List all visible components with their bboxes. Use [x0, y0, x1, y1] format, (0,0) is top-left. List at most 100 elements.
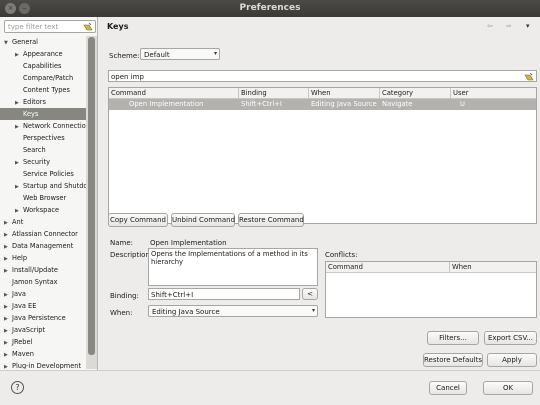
tree-item[interactable]: ▶ JavaScript: [0, 324, 86, 336]
chevron-down-icon: ▾: [213, 50, 217, 57]
col-binding[interactable]: Binding: [239, 88, 309, 99]
restore-command-button[interactable]: Restore Command: [238, 213, 304, 227]
forward-icon[interactable]: ⇨: [506, 22, 512, 30]
chevron-right-icon[interactable]: ▶: [4, 361, 12, 369]
preferences-tree: ▼ General ▶ Appearance Capabilities Compare/P…: [0, 36, 86, 369]
tree-item[interactable]: ▶ Atlassian Connector: [0, 228, 86, 240]
tree-item[interactable]: ▶ Java EE: [0, 300, 86, 312]
row-when: Editing Java Source: [311, 100, 377, 108]
tree-item[interactable]: Content Types: [0, 84, 86, 96]
when-select[interactable]: Editing Java Source ▾: [148, 305, 318, 317]
tree-item-label: Maven: [12, 350, 34, 358]
tree-item-label: Compare/Patch: [23, 74, 74, 82]
conflicts-col-command[interactable]: Command: [326, 262, 450, 273]
preferences-sidebar: type filter text ▼ General ▶ Appearance Capa…: [0, 17, 98, 370]
apply-button[interactable]: Apply: [487, 353, 537, 367]
tree-item-label: Java EE: [12, 302, 37, 310]
conflicts-col-when[interactable]: When: [450, 262, 536, 273]
tree-item-label: Content Types: [23, 86, 70, 94]
tree-item[interactable]: ▶ Security: [0, 156, 86, 168]
clear-filter-icon[interactable]: [83, 22, 93, 32]
export-csv-button[interactable]: Export CSV...: [484, 331, 537, 345]
when-label: When:: [110, 309, 133, 317]
tree-item[interactable]: ▶ Workspace: [0, 204, 86, 216]
key-search-value: open imp: [111, 72, 144, 81]
tree-item[interactable]: ▶ Java Persistence: [0, 312, 86, 324]
tree-item[interactable]: ▶ Startup and Shutdo: [0, 180, 86, 192]
chevron-down-icon: ▾: [311, 307, 315, 314]
clear-search-icon[interactable]: [524, 72, 534, 82]
page-title: Keys: [107, 22, 129, 31]
col-command[interactable]: Command: [109, 88, 239, 99]
restore-defaults-button[interactable]: Restore Defaults: [423, 353, 483, 367]
window-title: Preferences: [239, 3, 301, 13]
tree-item-label: Jamon Syntax: [12, 278, 58, 286]
tree-item[interactable]: ▶ Data Management: [0, 240, 86, 252]
copy-command-button[interactable]: Copy Command: [108, 213, 168, 227]
description-label: Description:: [110, 251, 153, 259]
tree-item[interactable]: ▶ JRebel: [0, 336, 86, 348]
tree-item[interactable]: Jamon Syntax: [0, 276, 86, 288]
help-icon[interactable]: ?: [11, 381, 24, 394]
tree-item[interactable]: Search: [0, 144, 86, 156]
col-user[interactable]: User: [451, 88, 536, 99]
unbind-command-button[interactable]: Unbind Command: [171, 213, 235, 227]
tree-item[interactable]: ▶ Ant: [0, 216, 86, 228]
tree-item[interactable]: Capabilities: [0, 60, 86, 72]
tree-item-label: Network Connectio: [23, 122, 86, 130]
tree-item-label: Startup and Shutdo: [23, 182, 86, 190]
tree-item[interactable]: ▶ Help: [0, 252, 86, 264]
tree-item-label: General: [12, 38, 38, 46]
tree-item-label: Keys: [23, 110, 39, 118]
tree-item-label: Java: [12, 290, 26, 298]
page-header: Keys ⇦ ⇨ ▾: [102, 17, 540, 37]
keys-page: Keys ⇦ ⇨ ▾ Scheme: Default ▾ open imp Co…: [102, 17, 540, 370]
view-menu-icon[interactable]: ▾: [526, 22, 530, 30]
back-icon[interactable]: ⇦: [487, 22, 493, 30]
row-category: Navigate: [382, 100, 413, 108]
tree-item[interactable]: Perspectives: [0, 132, 86, 144]
tree-item-label: Plug-in Development: [12, 362, 82, 369]
tree-item[interactable]: ▶ Appearance: [0, 48, 86, 60]
filter-input[interactable]: type filter text: [4, 20, 96, 33]
tree-item-label: Search: [23, 146, 46, 154]
tree-item-label: Data Management: [12, 242, 74, 250]
scheme-select[interactable]: Default ▾: [140, 48, 220, 60]
binding-value: Shift+Ctrl+I: [151, 290, 194, 299]
scheme-value: Default: [144, 50, 170, 59]
row-user: U: [460, 100, 465, 108]
title-bar: × – Preferences: [0, 0, 540, 17]
tree-item[interactable]: ▶ Plug-in Development: [0, 360, 86, 369]
tree-item[interactable]: Service Policies: [0, 168, 86, 180]
tree-item[interactable]: Keys: [0, 108, 86, 120]
filters-button[interactable]: Filters...: [427, 331, 479, 345]
keys-table[interactable]: Command Binding When Category User Open …: [108, 87, 537, 224]
col-category[interactable]: Category: [380, 88, 451, 99]
tree-item[interactable]: ▶ Install/Update: [0, 264, 86, 276]
tree-item[interactable]: ▶ Editors: [0, 96, 86, 108]
tree-item-label: Web Browser: [23, 194, 67, 202]
description-field[interactable]: Opens the Implementations of a method in…: [148, 248, 318, 286]
tree-item[interactable]: ▶ Java: [0, 288, 86, 300]
col-when[interactable]: When: [309, 88, 380, 99]
tree-scrollbar-thumb[interactable]: [88, 37, 95, 355]
key-search-input[interactable]: open imp: [108, 70, 537, 82]
tree-item[interactable]: ▼ General: [0, 36, 86, 48]
tree-scrollbar[interactable]: [86, 36, 97, 369]
binding-field[interactable]: Shift+Ctrl+I: [148, 288, 300, 300]
tree-item-label: Security: [23, 158, 51, 166]
conflicts-label: Conflicts:: [325, 251, 358, 259]
ok-button[interactable]: OK: [483, 381, 533, 395]
binding-menu-button[interactable]: <: [302, 288, 318, 300]
tree-item-label: Install/Update: [12, 266, 58, 274]
conflicts-table[interactable]: Command When: [325, 261, 537, 318]
tree-item[interactable]: ▶ Maven: [0, 348, 86, 360]
tree-item[interactable]: Compare/Patch: [0, 72, 86, 84]
when-value: Editing Java Source: [152, 307, 220, 316]
tree-item[interactable]: Web Browser: [0, 192, 86, 204]
tree-item[interactable]: ▶ Network Connectio: [0, 120, 86, 132]
tree-item-label: Help: [12, 254, 28, 262]
tree-item-label: Workspace: [23, 206, 60, 214]
row-binding: Shift+Ctrl+I: [241, 100, 282, 108]
cancel-button[interactable]: Cancel: [429, 381, 467, 395]
